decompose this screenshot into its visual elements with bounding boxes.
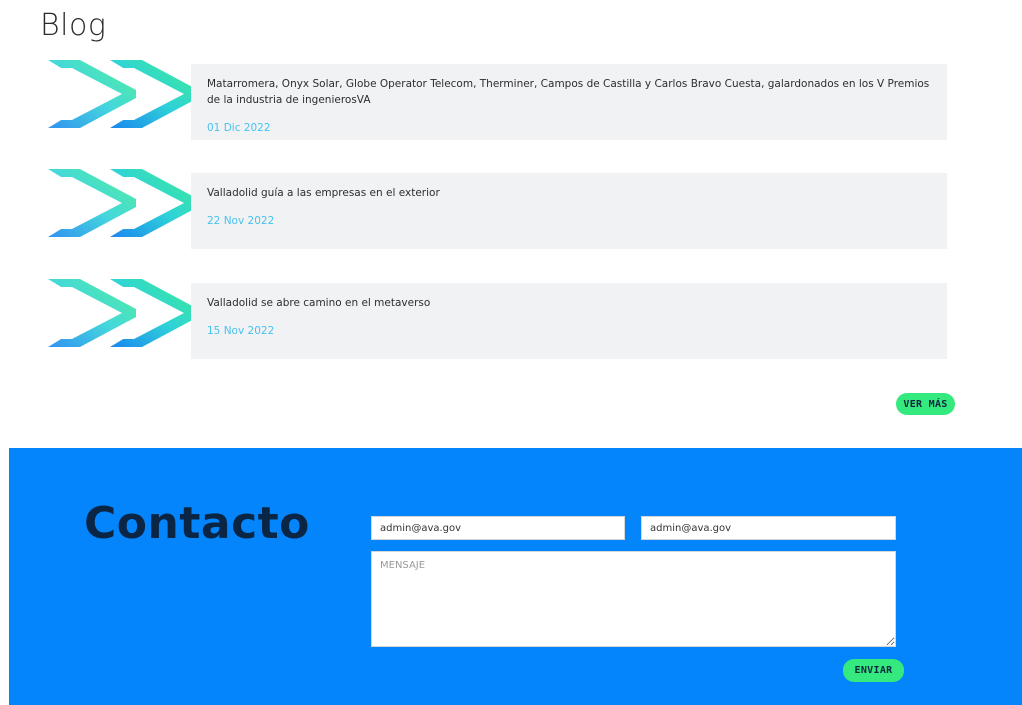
blog-post-title[interactable]: Valladolid se abre camino en el metavers… [207,295,937,311]
double-chevron-right-icon [48,60,198,128]
email-confirm-field[interactable] [641,516,896,540]
contact-section: Contacto ENVIAR [9,448,1022,705]
blog-post[interactable]: Valladolid guía a las empresas en el ext… [48,169,948,249]
blog-post-card[interactable]: Valladolid se abre camino en el metavers… [191,283,947,359]
contact-title: Contacto [84,498,310,549]
blog-post[interactable]: Matarromera, Onyx Solar, Globe Operator … [48,60,948,140]
send-button[interactable]: ENVIAR [843,659,904,682]
blog-post-card[interactable]: Valladolid guía a las empresas en el ext… [191,173,947,249]
email-field[interactable] [371,516,625,540]
blog-post[interactable]: Valladolid se abre camino en el metavers… [48,279,948,359]
message-field[interactable] [371,551,896,647]
double-chevron-right-icon [48,169,198,237]
blog-post-date: 01 Dic 2022 [207,122,271,134]
blog-title: Blog [40,8,107,43]
blog-post-date: 15 Nov 2022 [207,325,275,337]
blog-post-title[interactable]: Matarromera, Onyx Solar, Globe Operator … [207,76,937,108]
blog-post-title[interactable]: Valladolid guía a las empresas en el ext… [207,185,937,201]
ver-mas-button[interactable]: VER MÁS [896,393,955,415]
blog-post-date: 22 Nov 2022 [207,215,275,227]
blog-post-card[interactable]: Matarromera, Onyx Solar, Globe Operator … [191,64,947,140]
double-chevron-right-icon [48,279,198,347]
